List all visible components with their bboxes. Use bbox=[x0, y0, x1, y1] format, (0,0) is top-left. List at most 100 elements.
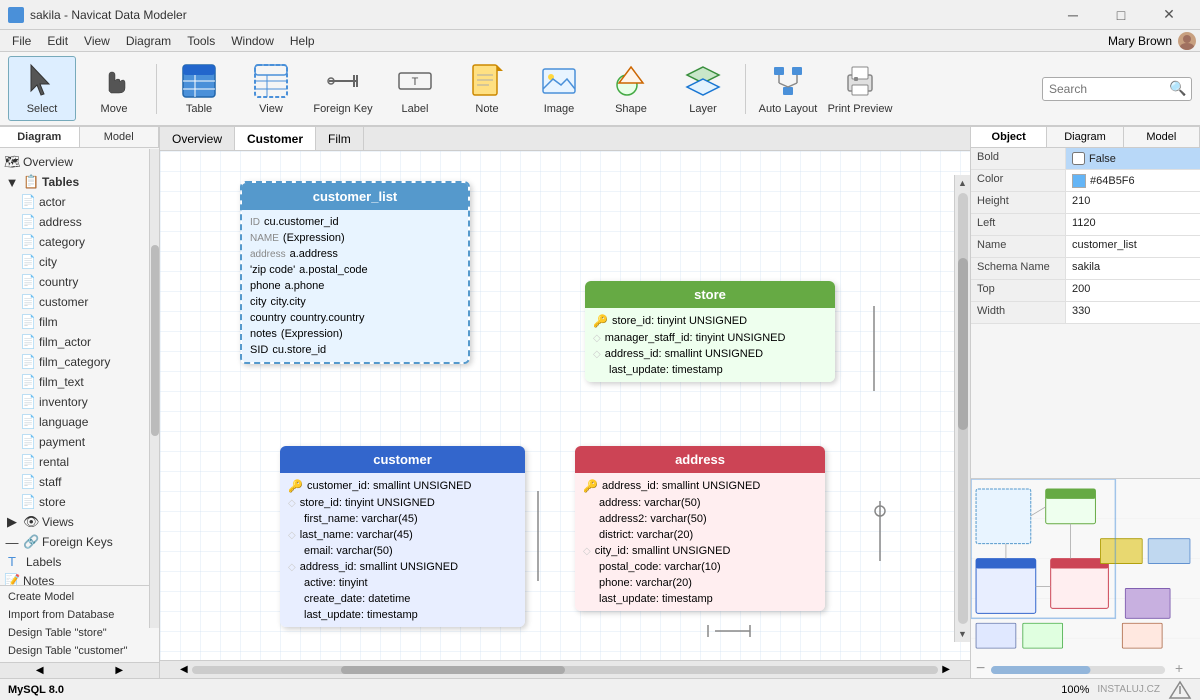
table-customer[interactable]: customer 🔑customer_id: smallint UNSIGNED… bbox=[280, 446, 525, 627]
width-value: 330 bbox=[1066, 302, 1200, 323]
tree-staff[interactable]: 📄 staff bbox=[0, 472, 159, 492]
canvas-hscrollbar[interactable]: ◀ ▶ bbox=[160, 660, 970, 678]
autolayout-tool[interactable]: Auto Layout bbox=[754, 56, 822, 121]
vscroll-down-btn[interactable]: ▼ bbox=[955, 626, 971, 642]
tree-actor[interactable]: 📄 actor bbox=[0, 192, 159, 212]
search-box[interactable]: 🔍 bbox=[1042, 77, 1192, 101]
tree-fk[interactable]: — 🔗 Foreign Keys bbox=[0, 532, 159, 552]
vscroll-thumb bbox=[958, 258, 968, 430]
menu-file[interactable]: File bbox=[4, 32, 39, 50]
tree-rental[interactable]: 📄 rental bbox=[0, 452, 159, 472]
label-tool[interactable]: T Label bbox=[381, 56, 449, 121]
tree-views[interactable]: ▶ 👁 Views bbox=[0, 512, 159, 532]
view-tool[interactable]: View bbox=[237, 56, 305, 121]
tree-tables[interactable]: ▼ 📋 Tables bbox=[0, 172, 159, 192]
diagram-canvas[interactable]: customer_list ID cu.customer_id NAME (Ex… bbox=[160, 151, 970, 660]
close-button[interactable]: ✕ bbox=[1146, 0, 1192, 30]
note-tool[interactable]: Note bbox=[453, 56, 521, 121]
collapse-icon: ▼ bbox=[4, 175, 20, 190]
create-model-btn[interactable]: Create Model bbox=[0, 588, 159, 606]
menu-help[interactable]: Help bbox=[282, 32, 323, 50]
vscroll-up-btn[interactable]: ▲ bbox=[955, 175, 971, 191]
right-tab-model[interactable]: Model bbox=[1124, 127, 1200, 147]
search-input[interactable] bbox=[1049, 82, 1169, 96]
hscroll-left-btn[interactable]: ◀ bbox=[180, 664, 188, 675]
cust-row-fname: first_name: varchar(45) bbox=[288, 511, 517, 527]
shape-tool[interactable]: Shape bbox=[597, 56, 665, 121]
tab-diagram[interactable]: Diagram bbox=[0, 127, 80, 147]
film-actor-icon: 📄 bbox=[20, 334, 36, 350]
prop-top: Top 200 bbox=[971, 280, 1200, 302]
payment-icon: 📄 bbox=[20, 434, 36, 450]
tree-category[interactable]: 📄 category bbox=[0, 232, 159, 252]
tree-city[interactable]: 📄 city bbox=[0, 252, 159, 272]
tree-store[interactable]: 📄 store bbox=[0, 492, 159, 512]
table-customer-list[interactable]: customer_list ID cu.customer_id NAME (Ex… bbox=[240, 181, 470, 364]
printpreview-tool[interactable]: Print Preview bbox=[826, 56, 894, 121]
left-panel-scrollbar[interactable] bbox=[149, 149, 159, 628]
cust-row-lname: ◇last_name: varchar(45) bbox=[288, 527, 517, 543]
minimize-button[interactable]: ─ bbox=[1050, 0, 1096, 30]
tree-film-category[interactable]: 📄 film_category bbox=[0, 352, 159, 372]
city-icon: 📄 bbox=[20, 254, 36, 270]
scroll-left-btn[interactable]: ◀ bbox=[0, 663, 80, 678]
logo-text: INSTALUJ.CZ bbox=[1097, 684, 1160, 695]
select-tool[interactable]: Select bbox=[8, 56, 76, 121]
right-tab-diagram[interactable]: Diagram bbox=[1047, 127, 1123, 147]
move-tool[interactable]: Move bbox=[80, 56, 148, 121]
addr-row-phone: phone: varchar(20) bbox=[583, 575, 817, 591]
tree-country[interactable]: 📄 country bbox=[0, 272, 159, 292]
cust-row-email: email: varchar(50) bbox=[288, 543, 517, 559]
foreignkey-tool[interactable]: Foreign Key bbox=[309, 56, 377, 121]
menu-edit[interactable]: Edit bbox=[39, 32, 76, 50]
menu-view[interactable]: View bbox=[76, 32, 118, 50]
left-panel: Diagram Model 🗺 Overview ▼ 📋 Tables 📄 ac… bbox=[0, 127, 160, 678]
hscroll-right-btn[interactable]: ▶ bbox=[942, 664, 950, 675]
window-controls: ─ □ ✕ bbox=[1050, 0, 1192, 30]
mini-map[interactable]: − + bbox=[971, 478, 1200, 678]
tree-address[interactable]: 📄 address bbox=[0, 212, 159, 232]
tab-film[interactable]: Film bbox=[316, 127, 364, 150]
tab-customer[interactable]: Customer bbox=[235, 127, 316, 150]
menu-window[interactable]: Window bbox=[223, 32, 282, 50]
right-tab-object[interactable]: Object bbox=[971, 127, 1047, 147]
scroll-right-btn[interactable]: ▶ bbox=[80, 663, 160, 678]
tree-customer[interactable]: 📄 customer bbox=[0, 292, 159, 312]
tree-inventory[interactable]: 📄 inventory bbox=[0, 392, 159, 412]
store-header: store bbox=[585, 281, 835, 308]
tree-film-actor[interactable]: 📄 film_actor bbox=[0, 332, 159, 352]
customer-list-body: ID cu.customer_id NAME (Expression) addr… bbox=[242, 210, 468, 362]
cl-row-phone: phone a.phone bbox=[250, 278, 460, 294]
design-store-btn[interactable]: Design Table "store" bbox=[0, 624, 159, 642]
maximize-button[interactable]: □ bbox=[1098, 0, 1144, 30]
film-category-icon: 📄 bbox=[20, 354, 36, 370]
tab-overview[interactable]: Overview bbox=[160, 127, 235, 150]
prop-schema: Schema Name sakila bbox=[971, 258, 1200, 280]
table-store[interactable]: store 🔑store_id: tinyint UNSIGNED ◇manag… bbox=[585, 281, 835, 382]
tab-model[interactable]: Model bbox=[80, 127, 160, 147]
table-tool[interactable]: Table bbox=[165, 56, 233, 121]
canvas-vscrollbar[interactable]: ▲ ▼ bbox=[954, 175, 970, 642]
design-customer-btn[interactable]: Design Table "customer" bbox=[0, 642, 159, 660]
tables-icon: 📋 bbox=[23, 174, 39, 190]
store-row-manager: ◇manager_staff_id: tinyint UNSIGNED bbox=[593, 330, 827, 346]
tree-payment[interactable]: 📄 payment bbox=[0, 432, 159, 452]
table-address[interactable]: address 🔑address_id: smallint UNSIGNED a… bbox=[575, 446, 825, 611]
cl-row-city: city city.city bbox=[250, 294, 460, 310]
svg-text:−: − bbox=[976, 660, 985, 677]
layer-tool[interactable]: Layer bbox=[669, 56, 737, 121]
import-db-btn[interactable]: Import from Database bbox=[0, 606, 159, 624]
tree-overview[interactable]: 🗺 Overview bbox=[0, 152, 159, 172]
tree-film-text[interactable]: 📄 film_text bbox=[0, 372, 159, 392]
tree-notes[interactable]: 📝 Notes bbox=[0, 571, 159, 585]
menu-diagram[interactable]: Diagram bbox=[118, 32, 179, 50]
bold-checkbox[interactable] bbox=[1072, 152, 1085, 165]
prop-name: Name customer_list bbox=[971, 236, 1200, 258]
tree-labels[interactable]: T Labels bbox=[0, 552, 159, 571]
image-tool[interactable]: Image bbox=[525, 56, 593, 121]
tree-film[interactable]: 📄 film bbox=[0, 312, 159, 332]
cl-row-id: ID cu.customer_id bbox=[250, 214, 460, 230]
addr-row-addr: address: varchar(50) bbox=[583, 495, 817, 511]
menu-tools[interactable]: Tools bbox=[179, 32, 223, 50]
tree-language[interactable]: 📄 language bbox=[0, 412, 159, 432]
